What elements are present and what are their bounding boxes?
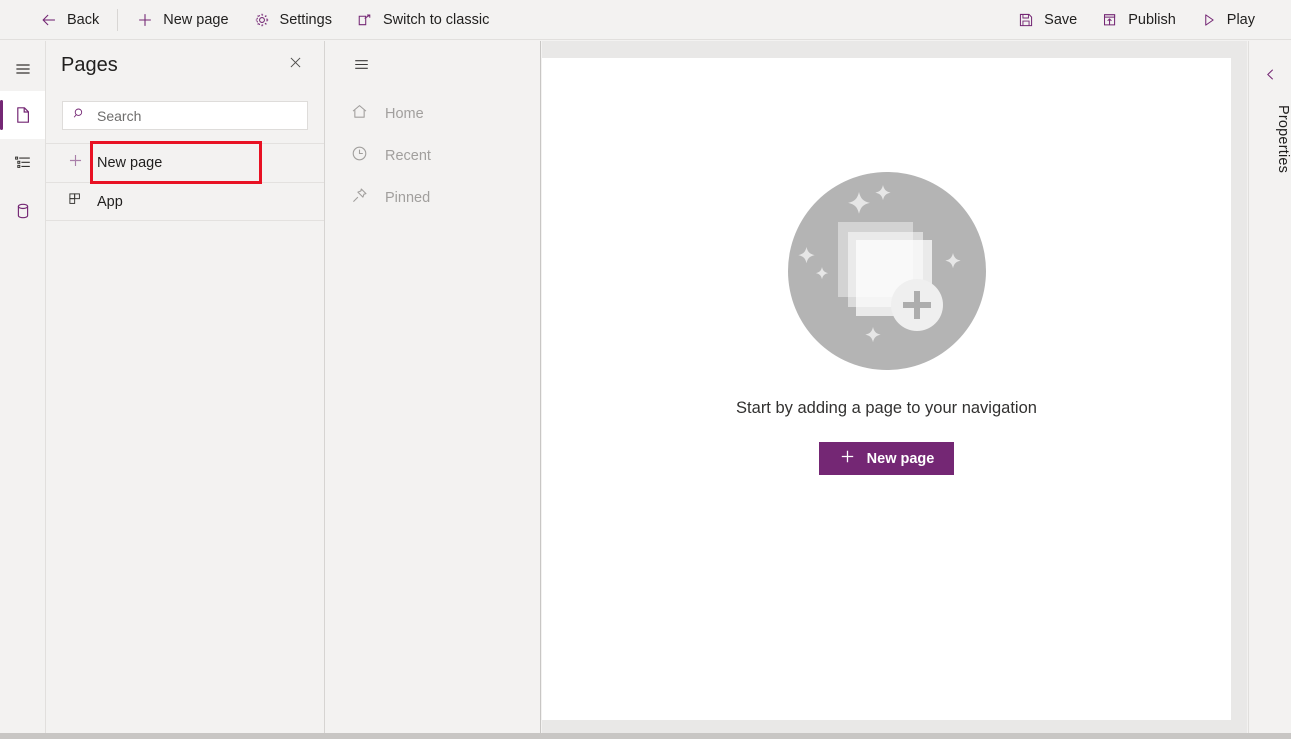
app-canvas: Start by adding a page to your navigatio… — [542, 58, 1231, 720]
nav-item-pinned-label: Pinned — [385, 190, 430, 206]
rail-item-navigation[interactable] — [0, 139, 45, 187]
command-bar: Back New page — [0, 0, 1291, 40]
arrow-left-icon — [40, 11, 58, 29]
navigation-preview-pane: Home Recent Pinned — [326, 41, 541, 733]
expand-properties-button[interactable] — [1249, 55, 1291, 99]
stacked-pages-add-illustration — [787, 171, 987, 371]
bulleted-list-icon — [13, 153, 33, 173]
back-button[interactable]: Back — [28, 1, 111, 39]
save-button[interactable]: Save — [1005, 1, 1089, 39]
clock-icon — [350, 144, 369, 168]
canvas-empty-state: Start by adding a page to your navigatio… — [542, 58, 1231, 588]
switch-to-classic-label: Switch to classic — [383, 12, 489, 28]
nav-item-pinned[interactable]: Pinned — [326, 177, 540, 219]
new-page-command[interactable]: New page — [124, 1, 240, 39]
save-icon — [1017, 11, 1035, 29]
play-button-label: Play — [1227, 12, 1255, 28]
home-icon — [350, 102, 369, 126]
new-page-row-wrap: New page — [46, 143, 324, 183]
panel-new-page-button[interactable]: New page — [46, 143, 324, 183]
publish-button-label: Publish — [1128, 12, 1176, 28]
pages-panel-title: Pages — [61, 54, 118, 77]
window-bottom-strip — [0, 733, 1291, 739]
nav-item-home-label: Home — [385, 106, 424, 122]
app-grid-icon — [67, 191, 84, 213]
open-in-new-icon — [356, 11, 374, 29]
search-icon — [72, 106, 87, 126]
plus-icon — [839, 448, 856, 469]
nav-item-recent[interactable]: Recent — [326, 135, 540, 177]
publish-button[interactable]: Publish — [1089, 1, 1188, 39]
plus-icon — [67, 152, 84, 174]
rail-hamburger-button[interactable] — [0, 47, 45, 91]
properties-panel-label: Properties — [1249, 105, 1291, 173]
plus-icon — [136, 11, 154, 29]
back-button-label: Back — [67, 12, 99, 28]
pages-search-box[interactable] — [62, 101, 308, 130]
command-bar-left-group: Back New page — [0, 1, 501, 39]
pin-icon — [350, 186, 369, 210]
pages-panel: Pages New page — [46, 41, 325, 733]
canvas-new-page-label: New page — [867, 451, 935, 467]
settings-command-label: Settings — [280, 12, 332, 28]
pages-panel-header: Pages — [46, 41, 324, 89]
new-page-command-label: New page — [163, 12, 228, 28]
empty-state-message: Start by adding a page to your navigatio… — [736, 399, 1037, 418]
chevron-left-icon — [1262, 66, 1279, 88]
hamburger-icon — [352, 55, 371, 79]
gear-icon — [253, 11, 271, 29]
play-icon — [1200, 11, 1218, 29]
page-tree-item-app-label: App — [97, 194, 123, 210]
database-icon — [13, 201, 33, 221]
rail-item-data[interactable] — [0, 187, 45, 235]
save-button-label: Save — [1044, 12, 1077, 28]
canvas-new-page-button[interactable]: New page — [819, 442, 955, 475]
nav-item-recent-label: Recent — [385, 148, 431, 164]
nav-hamburger-button[interactable] — [326, 41, 540, 93]
rail-item-pages[interactable] — [0, 91, 45, 139]
close-icon — [287, 54, 304, 76]
panel-new-page-label: New page — [97, 155, 162, 171]
pages-search-wrap — [46, 89, 324, 130]
settings-command[interactable]: Settings — [241, 1, 344, 39]
left-icon-rail — [0, 41, 46, 733]
switch-to-classic-command[interactable]: Switch to classic — [344, 1, 501, 39]
command-bar-right-group: Save Publish Play — [1005, 1, 1291, 39]
page-tree-item-app[interactable]: App — [46, 183, 324, 221]
hamburger-icon — [13, 59, 33, 79]
page-icon — [13, 105, 33, 125]
command-bar-divider — [117, 9, 118, 31]
search-input[interactable] — [97, 108, 298, 124]
nav-item-home[interactable]: Home — [326, 93, 540, 135]
play-button[interactable]: Play — [1188, 1, 1267, 39]
properties-panel: Properties — [1248, 41, 1291, 733]
close-panel-button[interactable] — [282, 52, 308, 78]
app-root: Back New page — [0, 0, 1291, 739]
publish-icon — [1101, 11, 1119, 29]
